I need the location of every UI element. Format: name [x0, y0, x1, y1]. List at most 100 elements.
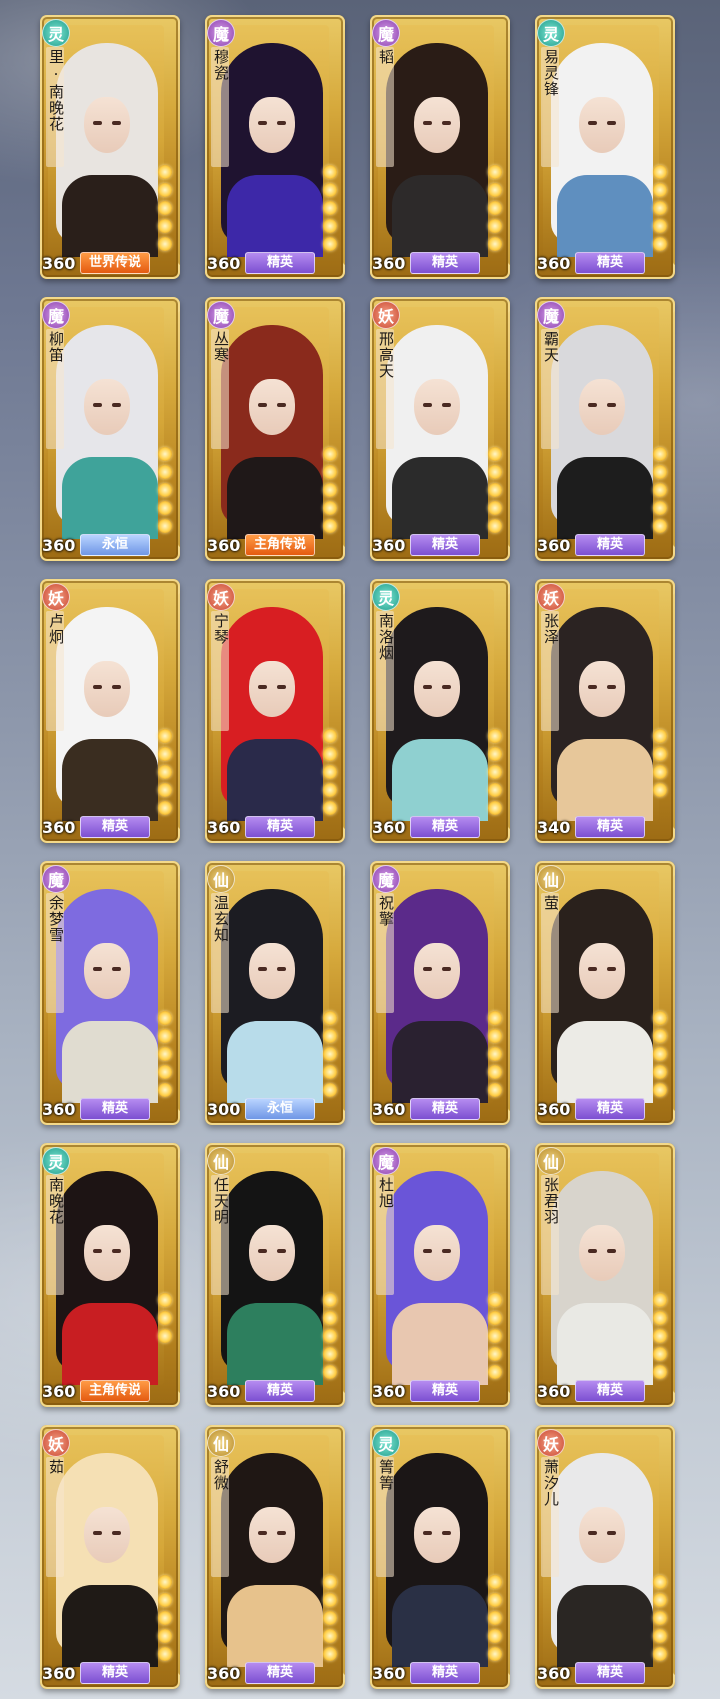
star-icon — [653, 1329, 667, 1343]
star-icon — [158, 1647, 172, 1661]
power-value: 360 — [42, 818, 76, 837]
power-value: 360 — [207, 1382, 241, 1401]
character-card[interactable]: 霸天魔 360 精英 — [535, 297, 675, 561]
star-icon — [653, 165, 667, 179]
character-name: 任天明 — [212, 1177, 230, 1225]
character-portrait — [378, 307, 494, 539]
character-portrait — [378, 25, 494, 257]
character-card[interactable]: 萤仙 360 精英 — [535, 861, 675, 1125]
faction-badge-icon: 仙 — [207, 1147, 235, 1175]
rank-badge: 精英 — [245, 1662, 315, 1684]
star-icon — [653, 1011, 667, 1025]
character-card[interactable]: 韬魔 360 精英 — [370, 15, 510, 279]
rank-badge: 精英 — [575, 1662, 645, 1684]
star-icon — [653, 1647, 667, 1661]
rank-badge: 主角传说 — [80, 1380, 150, 1402]
star-rating — [158, 729, 172, 815]
portrait-face — [579, 1225, 625, 1281]
character-card[interactable]: 易灵锋 灵 360 精英 — [535, 15, 675, 279]
character-name: 南洛烟 — [377, 613, 395, 661]
star-icon — [653, 237, 667, 251]
star-rating — [158, 1575, 172, 1661]
power-value: 360 — [537, 1382, 571, 1401]
star-icon — [653, 219, 667, 233]
star-icon — [488, 237, 502, 251]
star-icon — [488, 783, 502, 797]
portrait-face — [579, 379, 625, 435]
power-value: 360 — [372, 818, 406, 837]
star-icon — [323, 1065, 337, 1079]
star-icon — [488, 183, 502, 197]
star-icon — [158, 1047, 172, 1061]
character-portrait — [543, 307, 659, 539]
power-value: 360 — [372, 1664, 406, 1683]
star-rating — [488, 1293, 502, 1379]
character-name: 箐箐 — [377, 1459, 395, 1491]
star-icon — [323, 1029, 337, 1043]
star-icon — [158, 801, 172, 815]
star-rating — [488, 1011, 502, 1097]
power-value: 300 — [207, 1100, 241, 1119]
star-icon — [653, 1611, 667, 1625]
star-icon — [158, 165, 172, 179]
character-card[interactable]: 柳笛魔 360 永恒 — [40, 297, 180, 561]
star-icon — [488, 519, 502, 533]
power-value: 360 — [537, 1100, 571, 1119]
rank-badge: 精英 — [575, 1098, 645, 1120]
character-card[interactable]: 南洛烟 灵 360 精英 — [370, 579, 510, 843]
star-icon — [158, 1575, 172, 1589]
faction-badge-icon: 魔 — [42, 865, 70, 893]
character-card[interactable]: 余梦雪 魔 360 精英 — [40, 861, 180, 1125]
character-card[interactable]: 任天明 仙 360 精英 — [205, 1143, 345, 1407]
character-card[interactable]: 卢炯妖 360 精英 — [40, 579, 180, 843]
star-icon — [488, 747, 502, 761]
character-card[interactable]: 邢高天 妖 360 精英 — [370, 297, 510, 561]
rank-badge: 主角传说 — [245, 534, 315, 556]
portrait-face — [414, 661, 460, 717]
power-value: 360 — [207, 254, 241, 273]
faction-badge-icon: 妖 — [537, 1429, 565, 1457]
character-name: 萧汐儿 — [542, 1459, 560, 1507]
character-card[interactable]: 杜旭魔 360 精英 — [370, 1143, 510, 1407]
portrait-outfit — [227, 739, 323, 821]
rank-badge: 永恒 — [80, 534, 150, 556]
star-icon — [653, 201, 667, 215]
character-card[interactable]: 张君羽 仙 360 精英 — [535, 1143, 675, 1407]
star-icon — [488, 729, 502, 743]
star-icon — [488, 1329, 502, 1343]
portrait-face — [84, 97, 130, 153]
character-card[interactable]: 茹妖 360 精英 — [40, 1425, 180, 1689]
character-card[interactable]: 里·南晚花 灵 360 世界传说 — [40, 15, 180, 279]
character-card[interactable]: 萧汐儿 妖 360 精英 — [535, 1425, 675, 1689]
character-card[interactable]: 宁琴妖 360 精英 — [205, 579, 345, 843]
character-card[interactable]: 张泽妖 340 精英 — [535, 579, 675, 843]
portrait-outfit — [392, 1021, 488, 1103]
rank-badge: 精英 — [575, 252, 645, 274]
star-icon — [323, 765, 337, 779]
character-card[interactable]: 舒微仙 360 精英 — [205, 1425, 345, 1689]
character-card[interactable]: 箐箐灵 360 精英 — [370, 1425, 510, 1689]
portrait-outfit — [227, 1021, 323, 1103]
star-icon — [323, 1047, 337, 1061]
star-icon — [488, 219, 502, 233]
star-icon — [323, 219, 337, 233]
faction-badge-icon: 灵 — [372, 1429, 400, 1457]
rank-badge: 精英 — [410, 1662, 480, 1684]
character-card[interactable]: 丛寒魔 360 主角传说 — [205, 297, 345, 561]
character-card[interactable]: 南晚花 灵 360 主角传说 — [40, 1143, 180, 1407]
character-card[interactable]: 穆瓷魔 360 精英 — [205, 15, 345, 279]
rank-badge: 精英 — [245, 252, 315, 274]
character-portrait — [48, 25, 164, 257]
star-icon — [158, 1611, 172, 1625]
character-name: 南晚花 — [47, 1177, 65, 1225]
character-card[interactable]: 温玄知 仙 300 永恒 — [205, 861, 345, 1125]
star-icon — [653, 1083, 667, 1097]
faction-badge-icon: 妖 — [42, 583, 70, 611]
rank-badge: 精英 — [410, 1098, 480, 1120]
star-rating — [488, 165, 502, 251]
portrait-outfit — [62, 1585, 158, 1667]
star-icon — [158, 1593, 172, 1607]
star-icon — [653, 1575, 667, 1589]
portrait-face — [579, 661, 625, 717]
character-card[interactable]: 祝擎魔 360 精英 — [370, 861, 510, 1125]
